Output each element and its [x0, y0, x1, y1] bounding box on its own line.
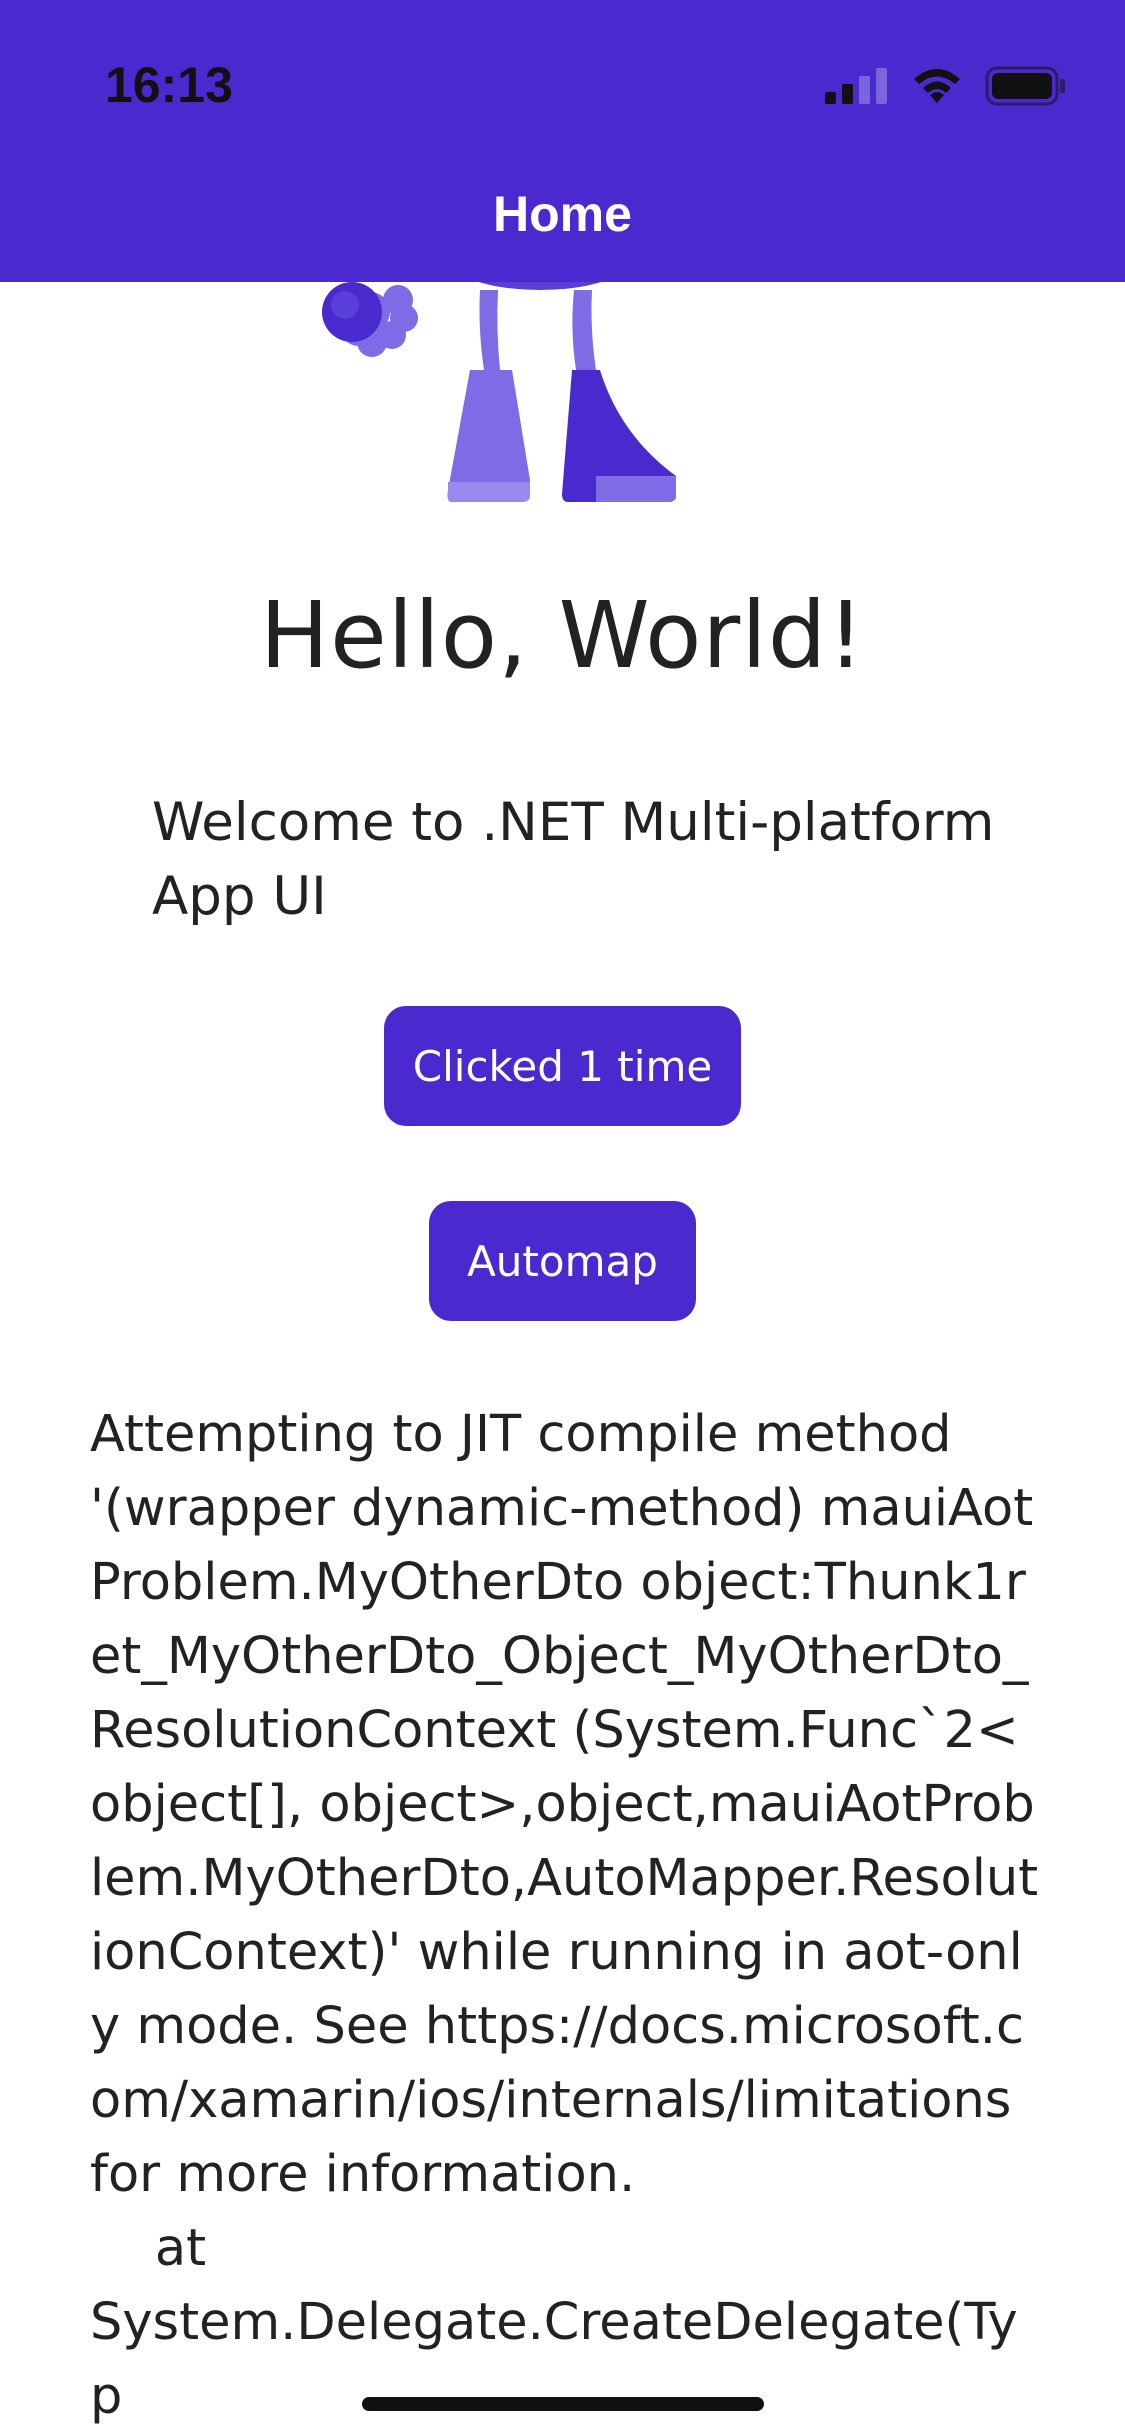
- home-indicator: [362, 2397, 764, 2411]
- hello-heading: Hello, World!: [259, 582, 866, 689]
- status-icons: [825, 66, 1067, 106]
- page-title: Home: [493, 186, 632, 242]
- counter-button[interactable]: Clicked 1 time: [384, 1006, 741, 1126]
- battery-icon: [985, 66, 1065, 106]
- main-content: Hello, World! Welcome to .NET Multi-plat…: [0, 0, 1125, 2436]
- wifi-icon: [914, 69, 960, 103]
- status-time: 16:13: [105, 57, 233, 113]
- bot-hand: [322, 282, 418, 357]
- app-screen: Hello, World! Welcome to .NET Multi-plat…: [0, 0, 1125, 2436]
- cellular-signal-icon: [825, 68, 887, 104]
- automap-button[interactable]: Automap: [429, 1201, 696, 1321]
- error-message: Attempting to JIT compile method '(wrapp…: [90, 1405, 1039, 2426]
- navigation-header: 16:13 Home: [0, 0, 1125, 282]
- welcome-label: Welcome to .NET Multi-platform App UI: [152, 792, 995, 927]
